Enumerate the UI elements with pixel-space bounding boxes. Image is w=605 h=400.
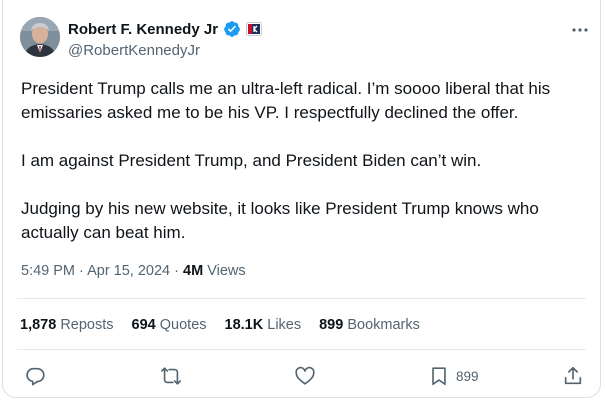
divider-bottom xyxy=(17,349,586,350)
tweet-timestamp[interactable]: 5:49 PM · Apr 15, 2024 · xyxy=(21,263,183,279)
tweet-meta: 5:49 PM · Apr 15, 2024 · 4M Views xyxy=(21,263,246,279)
quotes-label: Quotes xyxy=(159,317,207,333)
reply-icon xyxy=(24,365,46,387)
reposts-label: Reposts xyxy=(60,317,114,333)
bookmark-icon xyxy=(428,365,450,387)
stats-row: 1,878 Reposts 694 Quotes 18.1K Likes 899… xyxy=(20,317,420,333)
like-button[interactable] xyxy=(294,364,316,388)
quotes-stat[interactable]: 694 Quotes xyxy=(132,317,207,333)
verified-icon xyxy=(223,20,241,38)
views-label: Views xyxy=(203,263,246,279)
tweet-text: President Trump calls me an ultra-left r… xyxy=(21,79,551,242)
reply-button[interactable] xyxy=(24,364,46,388)
bookmark-button[interactable]: 899 xyxy=(428,364,479,388)
share-icon xyxy=(562,365,584,387)
campaign-badge-icon[interactable] xyxy=(246,22,263,36)
reposts-count: 1,878 xyxy=(20,317,57,333)
bookmark-count: 899 xyxy=(456,368,479,384)
likes-count: 18.1K xyxy=(224,317,264,333)
author-name[interactable]: Robert F. Kennedy Jr xyxy=(68,21,218,38)
quotes-count: 694 xyxy=(131,317,156,333)
divider-top xyxy=(17,298,586,299)
more-icon[interactable] xyxy=(569,23,591,37)
likes-stat[interactable]: 18.1K Likes xyxy=(225,317,302,333)
likes-label: Likes xyxy=(267,317,302,333)
reposts-stat[interactable]: 1,878 Reposts xyxy=(20,317,114,333)
repost-button[interactable] xyxy=(160,364,182,388)
bookmarks-label: Bookmarks xyxy=(347,317,420,333)
like-icon xyxy=(294,365,316,387)
share-button[interactable] xyxy=(562,364,584,388)
author-handle[interactable]: @RobertKennedyJr xyxy=(68,42,200,59)
avatar[interactable] xyxy=(20,17,60,57)
bookmarks-stat[interactable]: 899 Bookmarks xyxy=(319,317,420,333)
views-count: 4M xyxy=(183,263,204,279)
bookmarks-count: 899 xyxy=(319,317,344,333)
repost-icon xyxy=(160,365,182,387)
action-bar: 899 xyxy=(0,364,605,388)
